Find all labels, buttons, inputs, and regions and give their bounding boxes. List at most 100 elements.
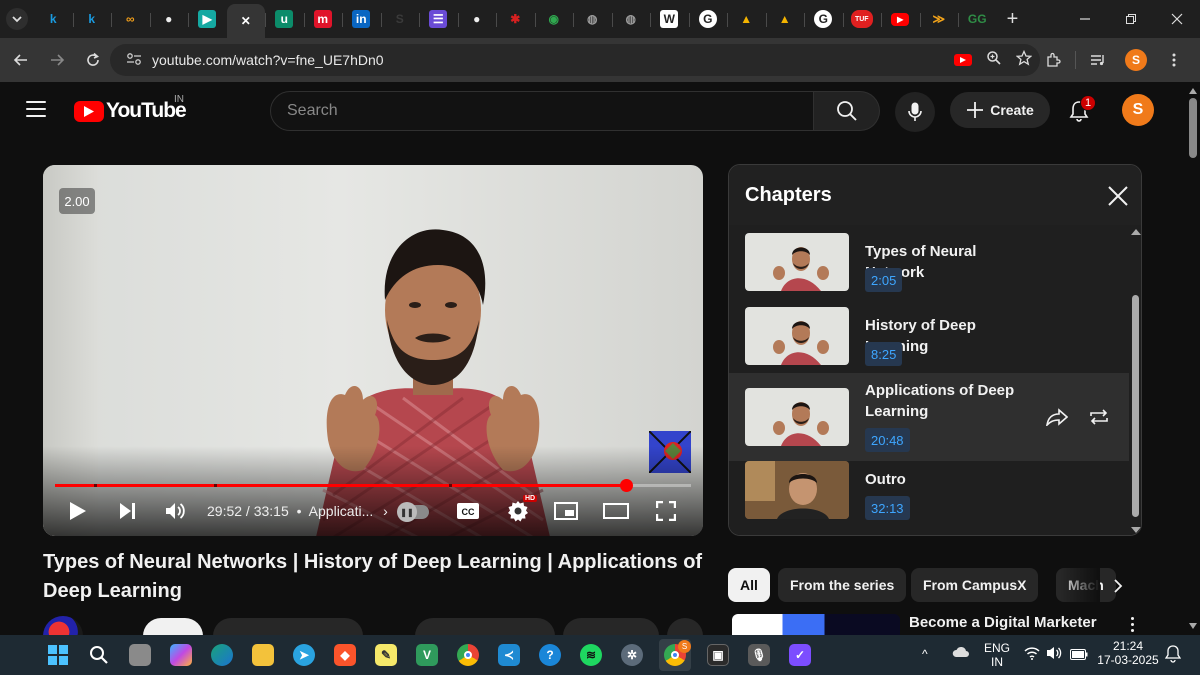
brave-app[interactable]: ◆: [329, 639, 361, 671]
more-actions-button[interactable]: [667, 618, 703, 636]
autoplay-toggle[interactable]: ❚❚: [397, 502, 429, 522]
share-button[interactable]: [563, 618, 659, 636]
profile-button[interactable]: S: [1120, 44, 1152, 76]
filter-chip[interactable]: All: [728, 568, 770, 602]
browser-tab[interactable]: ▶: [188, 4, 227, 34]
taskbar-search-button[interactable]: [83, 639, 115, 671]
account-avatar[interactable]: S: [1122, 94, 1154, 126]
settings-app[interactable]: ✲: [616, 639, 648, 671]
chips-next-button[interactable]: [1106, 575, 1130, 597]
chapter-thumbnail[interactable]: [745, 307, 849, 365]
cloud-icon[interactable]: [952, 645, 970, 663]
chrome-profile-app[interactable]: S: [659, 639, 691, 671]
chapters-scroll-thumb[interactable]: [1132, 295, 1139, 517]
edge-app[interactable]: [206, 639, 238, 671]
loop-chapter-button[interactable]: [1085, 403, 1113, 431]
restore-button[interactable]: [1108, 0, 1154, 38]
close-chapters-button[interactable]: [1103, 181, 1133, 211]
browser-tab[interactable]: u: [265, 4, 304, 34]
youtube-logo[interactable]: YouTube IN: [74, 94, 187, 123]
create-button[interactable]: Create: [950, 92, 1050, 128]
browser-tab[interactable]: TUF: [842, 4, 882, 34]
chrome-app[interactable]: [452, 639, 484, 671]
minimize-button[interactable]: [1062, 0, 1108, 38]
vscode-app[interactable]: ≺: [493, 639, 525, 671]
browser-tab[interactable]: G: [804, 4, 843, 34]
youtube-media-icon[interactable]: [954, 54, 972, 66]
url-text[interactable]: youtube.com/watch?v=fne_UE7hDn0: [152, 52, 384, 68]
scroll-thumb[interactable]: [1189, 98, 1197, 158]
browser-tab[interactable]: ☰: [419, 4, 458, 34]
recommended-video[interactable]: Become a Digital Marketer: [732, 612, 1172, 636]
page-scrollbar[interactable]: [1186, 82, 1200, 635]
telegram-app[interactable]: ➤: [288, 639, 320, 671]
browser-tab[interactable]: ▲: [765, 4, 805, 34]
scroll-up-arrow[interactable]: [1189, 88, 1197, 94]
clock[interactable]: 21:24 17-03-2025: [1096, 639, 1160, 667]
address-bar[interactable]: youtube.com/watch?v=fne_UE7hDn0: [110, 44, 1040, 76]
chapter-timestamp[interactable]: 2:05: [865, 268, 903, 292]
chrome-menu-button[interactable]: [1158, 44, 1190, 76]
site-info-icon[interactable]: [120, 52, 148, 69]
scroll-down-arrow[interactable]: [1131, 527, 1141, 533]
browser-tab[interactable]: ≫: [919, 4, 959, 34]
task-view-button[interactable]: [124, 639, 156, 671]
recommended-more-icon[interactable]: [1124, 614, 1140, 634]
tray-overflow-icon[interactable]: ^: [922, 647, 928, 661]
chapter-chevron-icon[interactable]: ›: [383, 503, 388, 519]
chapter-thumbnail[interactable]: [745, 233, 849, 291]
chapter-item[interactable]: Applications of Deep Learning 20:48: [729, 373, 1129, 461]
copilot-app[interactable]: [165, 639, 197, 671]
notepad-app[interactable]: ✎: [370, 639, 402, 671]
chapter-item[interactable]: Outro 32:13: [729, 459, 1129, 535]
chapter-timestamp[interactable]: 8:25: [865, 342, 903, 366]
scroll-up-arrow[interactable]: [1131, 229, 1141, 235]
back-button[interactable]: [4, 43, 38, 77]
notification-center-icon[interactable]: [1164, 645, 1182, 668]
current-chapter-label[interactable]: Applicati...: [309, 503, 374, 519]
speaker-icon[interactable]: [1046, 646, 1064, 665]
search-button[interactable]: [814, 91, 880, 131]
browser-tab[interactable]: ◉: [534, 4, 574, 34]
video-player[interactable]: 2.00 29:52 / 33:15 • Applicati... › ❚❚ C…: [43, 165, 703, 536]
vpn-app[interactable]: ✓: [784, 639, 816, 671]
search-input[interactable]: [287, 102, 813, 120]
channel-avatar[interactable]: [43, 616, 83, 636]
progress-bar[interactable]: [55, 479, 691, 492]
filter-chip[interactable]: From CampusX: [911, 568, 1039, 602]
terminal-app[interactable]: ▣: [702, 639, 734, 671]
fullscreen-button[interactable]: [651, 495, 681, 527]
wifi-icon[interactable]: [1024, 646, 1040, 665]
chapter-thumbnail[interactable]: [745, 461, 849, 519]
chapter-thumbnail[interactable]: [745, 388, 849, 446]
tab-search-button[interactable]: [6, 8, 28, 30]
miniplayer-button[interactable]: [551, 495, 581, 527]
chapters-scrollbar[interactable]: [1129, 225, 1141, 535]
theater-mode-button[interactable]: [601, 495, 631, 527]
bookmark-star-icon[interactable]: [1015, 49, 1033, 71]
input-language[interactable]: ENG IN: [984, 641, 1010, 669]
spotify-app[interactable]: ≋: [575, 639, 607, 671]
browser-tab[interactable]: k: [34, 4, 73, 34]
browser-tab[interactable]: S: [380, 4, 420, 34]
close-window-button[interactable]: [1154, 0, 1200, 38]
browser-tab[interactable]: ◍: [611, 4, 651, 34]
reload-button[interactable]: [76, 43, 110, 77]
recommended-title[interactable]: Become a Digital Marketer: [909, 614, 1097, 631]
file-explorer-app[interactable]: [247, 639, 279, 671]
scroll-down-arrow[interactable]: [1189, 623, 1197, 629]
next-button[interactable]: [113, 495, 143, 527]
play-button[interactable]: [63, 495, 93, 527]
excel-app[interactable]: V: [411, 639, 443, 671]
browser-tab[interactable]: ●: [149, 4, 189, 34]
chapter-timestamp[interactable]: 20:48: [865, 428, 910, 452]
browser-tab[interactable]: ◍: [573, 4, 612, 34]
browser-tab[interactable]: W: [650, 4, 689, 34]
browser-tab[interactable]: ∞: [111, 4, 150, 34]
notifications-button[interactable]: 1: [1062, 94, 1096, 128]
help-app[interactable]: ?: [534, 639, 566, 671]
join-button[interactable]: [213, 618, 363, 636]
chapter-timestamp[interactable]: 32:13: [865, 496, 910, 520]
browser-tab[interactable]: ▶: [881, 4, 920, 34]
share-chapter-button[interactable]: [1043, 403, 1071, 431]
